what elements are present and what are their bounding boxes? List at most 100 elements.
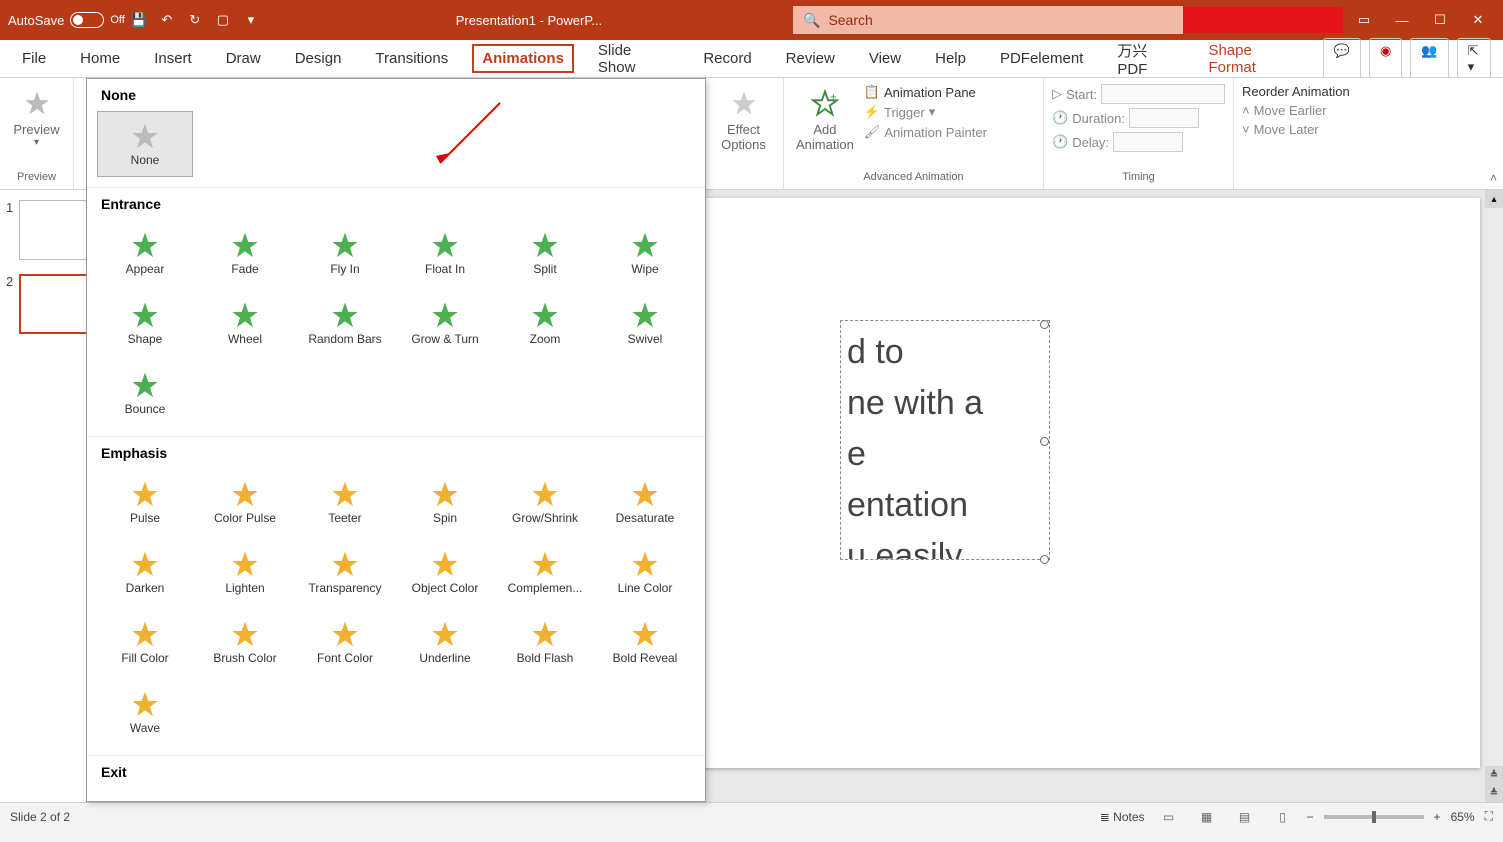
start-dropdown[interactable] bbox=[1101, 84, 1225, 104]
normal-view-icon[interactable]: ▭ bbox=[1155, 807, 1183, 827]
move-later-button[interactable]: ˅ Move Later bbox=[1242, 120, 1386, 139]
tab-wanxing[interactable]: 万兴PDF bbox=[1107, 34, 1184, 84]
tab-shape-format[interactable]: Shape Format bbox=[1198, 36, 1308, 82]
record-button[interactable]: ◉ bbox=[1369, 38, 1402, 80]
text-box-selected[interactable]: d to ne with a e entation u easily e ide… bbox=[840, 320, 1050, 560]
tab-help[interactable]: Help bbox=[925, 44, 976, 73]
animation-darken[interactable]: Darken bbox=[97, 539, 193, 605]
maximize-icon[interactable]: ☐ bbox=[1423, 6, 1457, 34]
trigger-button[interactable]: ⚡ Trigger ▾ bbox=[864, 102, 1035, 122]
animation-fade[interactable]: Fade bbox=[197, 220, 293, 286]
comments-button[interactable]: 💬 bbox=[1323, 38, 1361, 80]
animation-pulse[interactable]: Pulse bbox=[97, 469, 193, 535]
animation-swivel[interactable]: Swivel bbox=[597, 290, 693, 356]
tab-animations[interactable]: Animations bbox=[472, 44, 574, 73]
zoom-slider[interactable] bbox=[1324, 815, 1424, 819]
animation-label: Fly In bbox=[330, 262, 359, 276]
animation-grow-shrink[interactable]: Grow/Shrink bbox=[497, 469, 593, 535]
slideshow-view-icon[interactable]: ▯ bbox=[1269, 807, 1297, 827]
qat-dropdown-icon[interactable]: ▾ bbox=[241, 10, 261, 30]
redo-icon[interactable]: ↻ bbox=[185, 10, 205, 30]
user-account[interactable] bbox=[1183, 7, 1343, 33]
zoom-in-button[interactable]: + bbox=[1434, 810, 1441, 824]
duration-spinner[interactable] bbox=[1129, 108, 1199, 128]
animation-float-in[interactable]: Float In bbox=[397, 220, 493, 286]
animation-grow-turn[interactable]: Grow & Turn bbox=[397, 290, 493, 356]
tab-pdfelement[interactable]: PDFelement bbox=[990, 44, 1093, 73]
notes-button[interactable]: ≣ Notes bbox=[1100, 810, 1145, 824]
add-animation-button[interactable]: + Add Animation bbox=[792, 82, 858, 156]
close-icon[interactable]: ✕ bbox=[1461, 6, 1495, 34]
animation-shape[interactable]: Shape bbox=[97, 290, 193, 356]
effect-options-button[interactable]: Effect Options bbox=[712, 82, 775, 156]
animation-wave[interactable]: Wave bbox=[97, 679, 193, 745]
animation-random-bars[interactable]: Random Bars bbox=[297, 290, 393, 356]
tab-draw[interactable]: Draw bbox=[216, 44, 271, 73]
autosave-toggle[interactable]: AutoSave Off bbox=[8, 12, 125, 28]
tab-view[interactable]: View bbox=[859, 44, 911, 73]
animation-lighten[interactable]: Lighten bbox=[197, 539, 293, 605]
reading-view-icon[interactable]: ▤ bbox=[1231, 807, 1259, 827]
animation-pane-button[interactable]: 📋 Animation Pane bbox=[864, 82, 1035, 102]
tab-insert[interactable]: Insert bbox=[144, 44, 202, 73]
share-button[interactable]: ⇱ ▾ bbox=[1457, 38, 1491, 80]
animation-spin[interactable]: Spin bbox=[397, 469, 493, 535]
animation-brush-color[interactable]: Brush Color bbox=[197, 609, 293, 675]
animation-line-color[interactable]: Line Color bbox=[597, 539, 693, 605]
scroll-next-icon[interactable]: ≜ bbox=[1485, 784, 1503, 802]
animation-split[interactable]: Split bbox=[497, 220, 593, 286]
animation-label: Bold Reveal bbox=[613, 651, 678, 665]
slideshow-icon[interactable]: ▢ bbox=[213, 10, 233, 30]
animation-label: Wheel bbox=[228, 332, 262, 346]
animation-wheel[interactable]: Wheel bbox=[197, 290, 293, 356]
zoom-out-button[interactable]: − bbox=[1307, 810, 1314, 824]
vertical-scrollbar[interactable]: ▴ ≜ ≜ bbox=[1485, 190, 1503, 802]
animation-color-pulse[interactable]: Color Pulse bbox=[197, 469, 293, 535]
tab-file[interactable]: File bbox=[12, 44, 56, 73]
scroll-up-icon[interactable]: ▴ bbox=[705, 79, 706, 97]
gallery-scrollbar[interactable]: ▴ bbox=[705, 79, 706, 801]
animation-font-color[interactable]: Font Color bbox=[297, 609, 393, 675]
sorter-view-icon[interactable]: ▦ bbox=[1193, 807, 1221, 827]
tab-record[interactable]: Record bbox=[693, 44, 761, 73]
fit-to-window-icon[interactable]: ⛶ bbox=[1485, 809, 1493, 824]
selection-handle[interactable] bbox=[1040, 320, 1049, 329]
preview-button[interactable]: Preview ▾ bbox=[8, 82, 65, 152]
selection-handle[interactable] bbox=[1040, 555, 1049, 564]
save-icon[interactable]: 💾 bbox=[129, 10, 149, 30]
animation-bold-flash[interactable]: Bold Flash bbox=[497, 609, 593, 675]
animation-bold-reveal[interactable]: Bold Reveal bbox=[597, 609, 693, 675]
selection-handle[interactable] bbox=[1040, 437, 1049, 446]
animation-zoom[interactable]: Zoom bbox=[497, 290, 593, 356]
tab-home[interactable]: Home bbox=[70, 44, 130, 73]
tab-slideshow[interactable]: Slide Show bbox=[588, 36, 679, 82]
animation-complemen-[interactable]: Complemen... bbox=[497, 539, 593, 605]
animation-appear[interactable]: Appear bbox=[97, 220, 193, 286]
animation-none[interactable]: None bbox=[97, 111, 193, 177]
collapse-ribbon-icon[interactable]: ˄ bbox=[1490, 171, 1497, 185]
delay-spinner[interactable] bbox=[1113, 132, 1183, 152]
tab-transitions[interactable]: Transitions bbox=[365, 44, 458, 73]
animation-underline[interactable]: Underline bbox=[397, 609, 493, 675]
search-input[interactable]: 🔍 Search bbox=[793, 6, 1183, 34]
scroll-up-icon[interactable]: ▴ bbox=[1485, 190, 1503, 208]
ribbon-display-icon[interactable]: ▭ bbox=[1347, 6, 1381, 34]
toggle-off-icon[interactable] bbox=[70, 12, 104, 28]
present-button[interactable]: 👥 bbox=[1410, 38, 1448, 80]
move-earlier-button[interactable]: ˄ Move Earlier bbox=[1242, 101, 1386, 120]
minimize-icon[interactable]: — bbox=[1385, 6, 1419, 34]
tab-design[interactable]: Design bbox=[285, 44, 352, 73]
animation-desaturate[interactable]: Desaturate bbox=[597, 469, 693, 535]
animation-transparency[interactable]: Transparency bbox=[297, 539, 393, 605]
animation-fly-in[interactable]: Fly In bbox=[297, 220, 393, 286]
undo-icon[interactable]: ↶ bbox=[157, 10, 177, 30]
animation-object-color[interactable]: Object Color bbox=[397, 539, 493, 605]
animation-teeter[interactable]: Teeter bbox=[297, 469, 393, 535]
scroll-prev-icon[interactable]: ≜ bbox=[1485, 766, 1503, 784]
animation-label: Underline bbox=[419, 651, 470, 665]
animation-bounce[interactable]: Bounce bbox=[97, 360, 193, 426]
animation-painter-button[interactable]: 🖌 Animation Painter bbox=[864, 122, 1035, 142]
animation-wipe[interactable]: Wipe bbox=[597, 220, 693, 286]
animation-fill-color[interactable]: Fill Color bbox=[97, 609, 193, 675]
tab-review[interactable]: Review bbox=[776, 44, 845, 73]
